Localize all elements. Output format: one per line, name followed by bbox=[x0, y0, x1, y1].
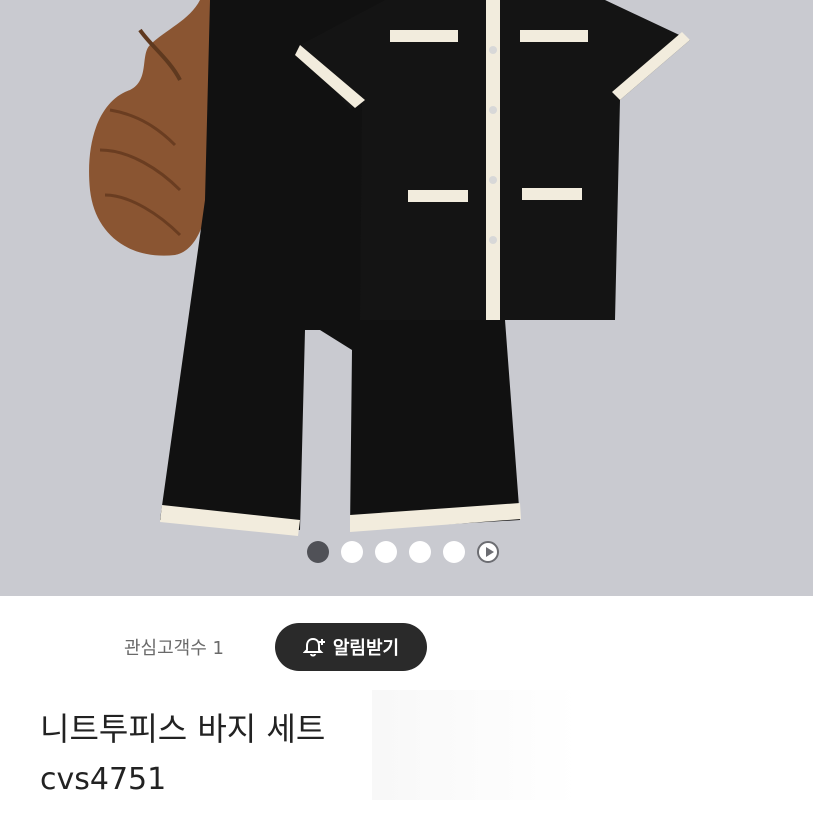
product-subtitle: cvs4751 bbox=[40, 762, 167, 797]
carousel-dot-5[interactable] bbox=[443, 541, 465, 563]
watchers-count: 관심고객수 1 bbox=[124, 638, 224, 659]
alarm-button-label: 알림받기 bbox=[332, 638, 400, 659]
product-title: 니트투피스 바지 세트 bbox=[40, 710, 326, 748]
carousel-dot-2[interactable] bbox=[341, 541, 363, 563]
carousel-dot-1[interactable] bbox=[307, 541, 329, 563]
blurred-region bbox=[372, 690, 717, 800]
alarm-button[interactable]: 알림받기 bbox=[275, 623, 427, 671]
bell-plus-icon bbox=[302, 637, 325, 657]
carousel-dot-3[interactable] bbox=[375, 541, 397, 563]
product-photo bbox=[89, 0, 690, 536]
product-image[interactable] bbox=[0, 0, 813, 596]
play-icon[interactable] bbox=[477, 541, 499, 563]
carousel-indicators bbox=[307, 541, 499, 563]
carousel-dot-4[interactable] bbox=[409, 541, 431, 563]
